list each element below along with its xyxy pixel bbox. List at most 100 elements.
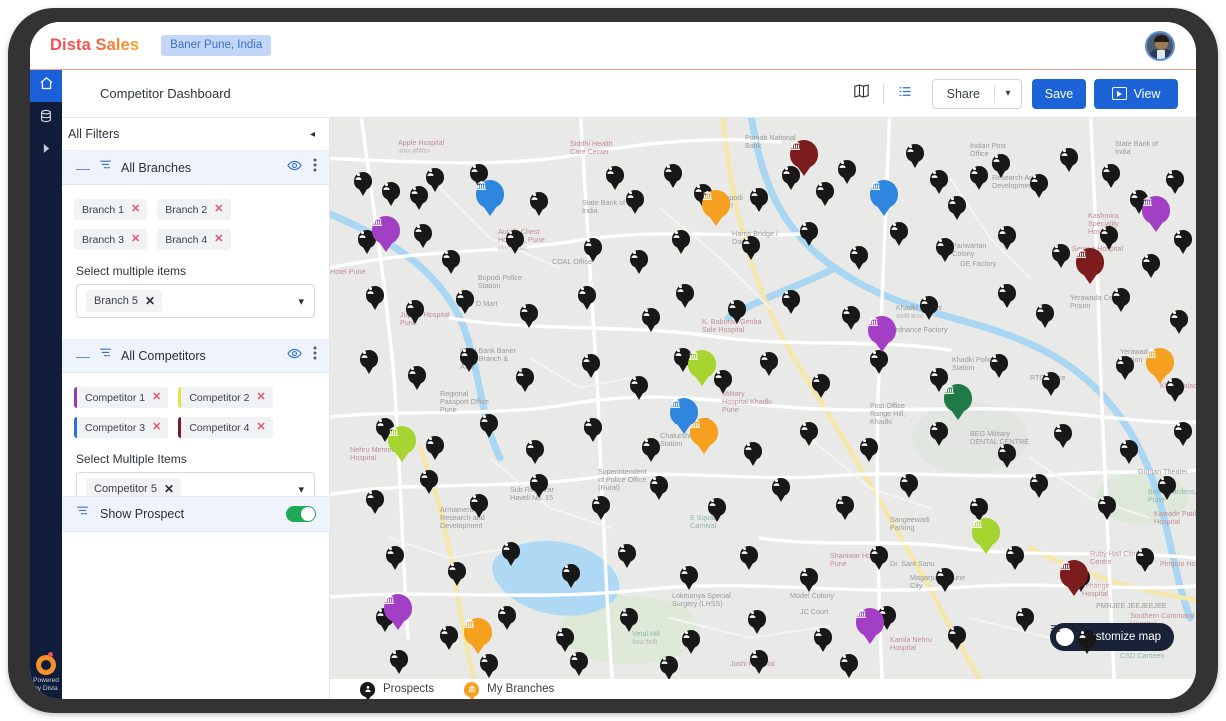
map-marker-prospect[interactable] (498, 606, 516, 624)
map-marker-prospect[interactable] (1136, 548, 1154, 566)
map-marker-prospect[interactable] (442, 250, 460, 268)
map-marker-branch[interactable] (464, 618, 492, 646)
map-marker-prospect[interactable] (782, 290, 800, 308)
map-marker-competitor[interactable] (856, 608, 884, 636)
map-marker-prospect[interactable] (620, 608, 638, 626)
location-badge[interactable]: Baner Pune, India (161, 35, 271, 56)
rail-item-expand[interactable] (30, 134, 62, 166)
map-marker-prospect[interactable] (578, 286, 596, 304)
map-marker-prospect[interactable] (890, 222, 908, 240)
map-marker-prospect[interactable] (626, 190, 644, 208)
map-marker-prospect[interactable] (990, 354, 1008, 372)
map-marker-prospect[interactable] (570, 652, 588, 670)
chip-remove-icon[interactable]: ✕ (152, 422, 161, 433)
map-marker-prospect[interactable] (1098, 496, 1116, 514)
map-marker-prospect[interactable] (742, 236, 760, 254)
chip-competitor-3[interactable]: Competitor 3 ✕ (74, 417, 168, 438)
map-marker-prospect[interactable] (728, 300, 746, 318)
map-marker-prospect[interactable] (812, 374, 830, 392)
map-marker-prospect[interactable] (1116, 356, 1134, 374)
chip-branch-5[interactable]: Branch 5 ✕ (86, 290, 162, 312)
map-marker-prospect[interactable] (948, 626, 966, 644)
chevron-down-icon[interactable]: ▾ (995, 88, 1021, 99)
map-marker-prospect[interactable] (360, 350, 378, 368)
map-marker-prospect[interactable] (800, 422, 818, 440)
chip-remove-icon[interactable]: ✕ (131, 204, 140, 215)
legend-item-my-branches[interactable]: My Branches (464, 682, 554, 697)
map-marker-prospect[interactable] (410, 186, 428, 204)
map-marker-competitor[interactable] (372, 216, 400, 244)
map-marker-prospect[interactable] (998, 284, 1016, 302)
map-marker-prospect[interactable] (1166, 378, 1184, 396)
map-marker-prospect[interactable] (970, 166, 988, 184)
map-marker-prospect[interactable] (1078, 630, 1096, 648)
map-marker-prospect[interactable] (414, 224, 432, 242)
map-marker-prospect[interactable] (800, 568, 818, 586)
map-marker-prospect[interactable] (744, 442, 762, 460)
collapse-panel-icon[interactable]: ◂ (310, 129, 315, 140)
more-vertical-icon[interactable] (313, 346, 317, 365)
map-marker-prospect[interactable] (426, 436, 444, 454)
collapse-group-icon[interactable]: — (76, 161, 90, 175)
map-marker-competitor[interactable] (384, 594, 412, 622)
map-marker-prospect[interactable] (800, 222, 818, 240)
map-marker-competitor[interactable] (1060, 560, 1088, 588)
map-marker-prospect[interactable] (470, 494, 488, 512)
customize-map-button[interactable]: Customize map (1050, 623, 1174, 651)
map-marker-prospect[interactable] (592, 496, 610, 514)
map-marker-prospect[interactable] (750, 650, 768, 668)
map-marker-branch[interactable] (702, 190, 730, 218)
app-logo[interactable]: Dista Sales (50, 36, 139, 55)
save-button[interactable]: Save (1032, 79, 1086, 109)
branches-select[interactable]: Branch 5 ✕ ▾ (76, 284, 315, 318)
show-prospect-toggle[interactable] (286, 506, 316, 522)
map-marker-prospect[interactable] (440, 626, 458, 644)
map-marker-competitor[interactable] (870, 180, 898, 208)
map-marker-prospect[interactable] (1112, 288, 1130, 306)
map-marker-competitor[interactable] (670, 398, 698, 426)
map-marker-prospect[interactable] (816, 182, 834, 200)
map-marker-prospect[interactable] (1036, 304, 1054, 322)
map-marker-prospect[interactable] (1052, 244, 1070, 262)
map-marker-competitor[interactable] (944, 384, 972, 412)
map-marker-prospect[interactable] (456, 290, 474, 308)
map-marker-prospect[interactable] (930, 422, 948, 440)
map-marker-prospect[interactable] (664, 164, 682, 182)
map-marker-prospect[interactable] (936, 238, 954, 256)
view-button[interactable]: View (1094, 79, 1178, 109)
map-marker-prospect[interactable] (660, 656, 678, 674)
share-button-group[interactable]: Share ▾ (932, 79, 1022, 109)
map-marker-prospect[interactable] (970, 498, 988, 516)
map-marker-prospect[interactable] (562, 564, 580, 582)
map-marker-prospect[interactable] (748, 610, 766, 628)
map-marker-prospect[interactable] (584, 238, 602, 256)
map-marker-prospect[interactable] (870, 546, 888, 564)
map-marker-prospect[interactable] (850, 246, 868, 264)
chip-remove-icon[interactable]: ✕ (214, 204, 223, 215)
map-marker-prospect[interactable] (406, 300, 424, 318)
rail-item-data[interactable] (30, 102, 62, 134)
map-marker-prospect[interactable] (408, 366, 426, 384)
map-marker-prospect[interactable] (936, 568, 954, 586)
map-marker-competitor[interactable] (972, 518, 1000, 546)
chip-remove-icon[interactable]: ✕ (214, 234, 223, 245)
collapse-group-icon[interactable]: — (76, 349, 90, 363)
chip-branch-1[interactable]: Branch 1 ✕ (74, 199, 147, 220)
chip-branch-3[interactable]: Branch 3 ✕ (74, 229, 147, 250)
map-marker-prospect[interactable] (1120, 440, 1138, 458)
eye-icon[interactable] (287, 159, 302, 177)
map-marker-prospect[interactable] (386, 546, 404, 564)
map-marker-prospect[interactable] (1100, 226, 1118, 244)
map-marker-competitor[interactable] (1076, 248, 1104, 276)
map-marker-prospect[interactable] (390, 650, 408, 668)
show-prospect-row[interactable]: Show Prospect (62, 496, 330, 532)
map-marker-prospect[interactable] (682, 630, 700, 648)
map-marker-prospect[interactable] (426, 168, 444, 186)
map-marker-branch[interactable] (1146, 348, 1174, 376)
map-marker-prospect[interactable] (676, 284, 694, 302)
map-marker-prospect[interactable] (750, 188, 768, 206)
map-canvas[interactable]: Apple Hospitalआपल हॉस्पिटलSiddhi HealthC… (330, 118, 1196, 679)
map-marker-prospect[interactable] (480, 414, 498, 432)
map-marker-prospect[interactable] (506, 230, 524, 248)
chevron-down-icon[interactable]: ▾ (298, 295, 304, 308)
